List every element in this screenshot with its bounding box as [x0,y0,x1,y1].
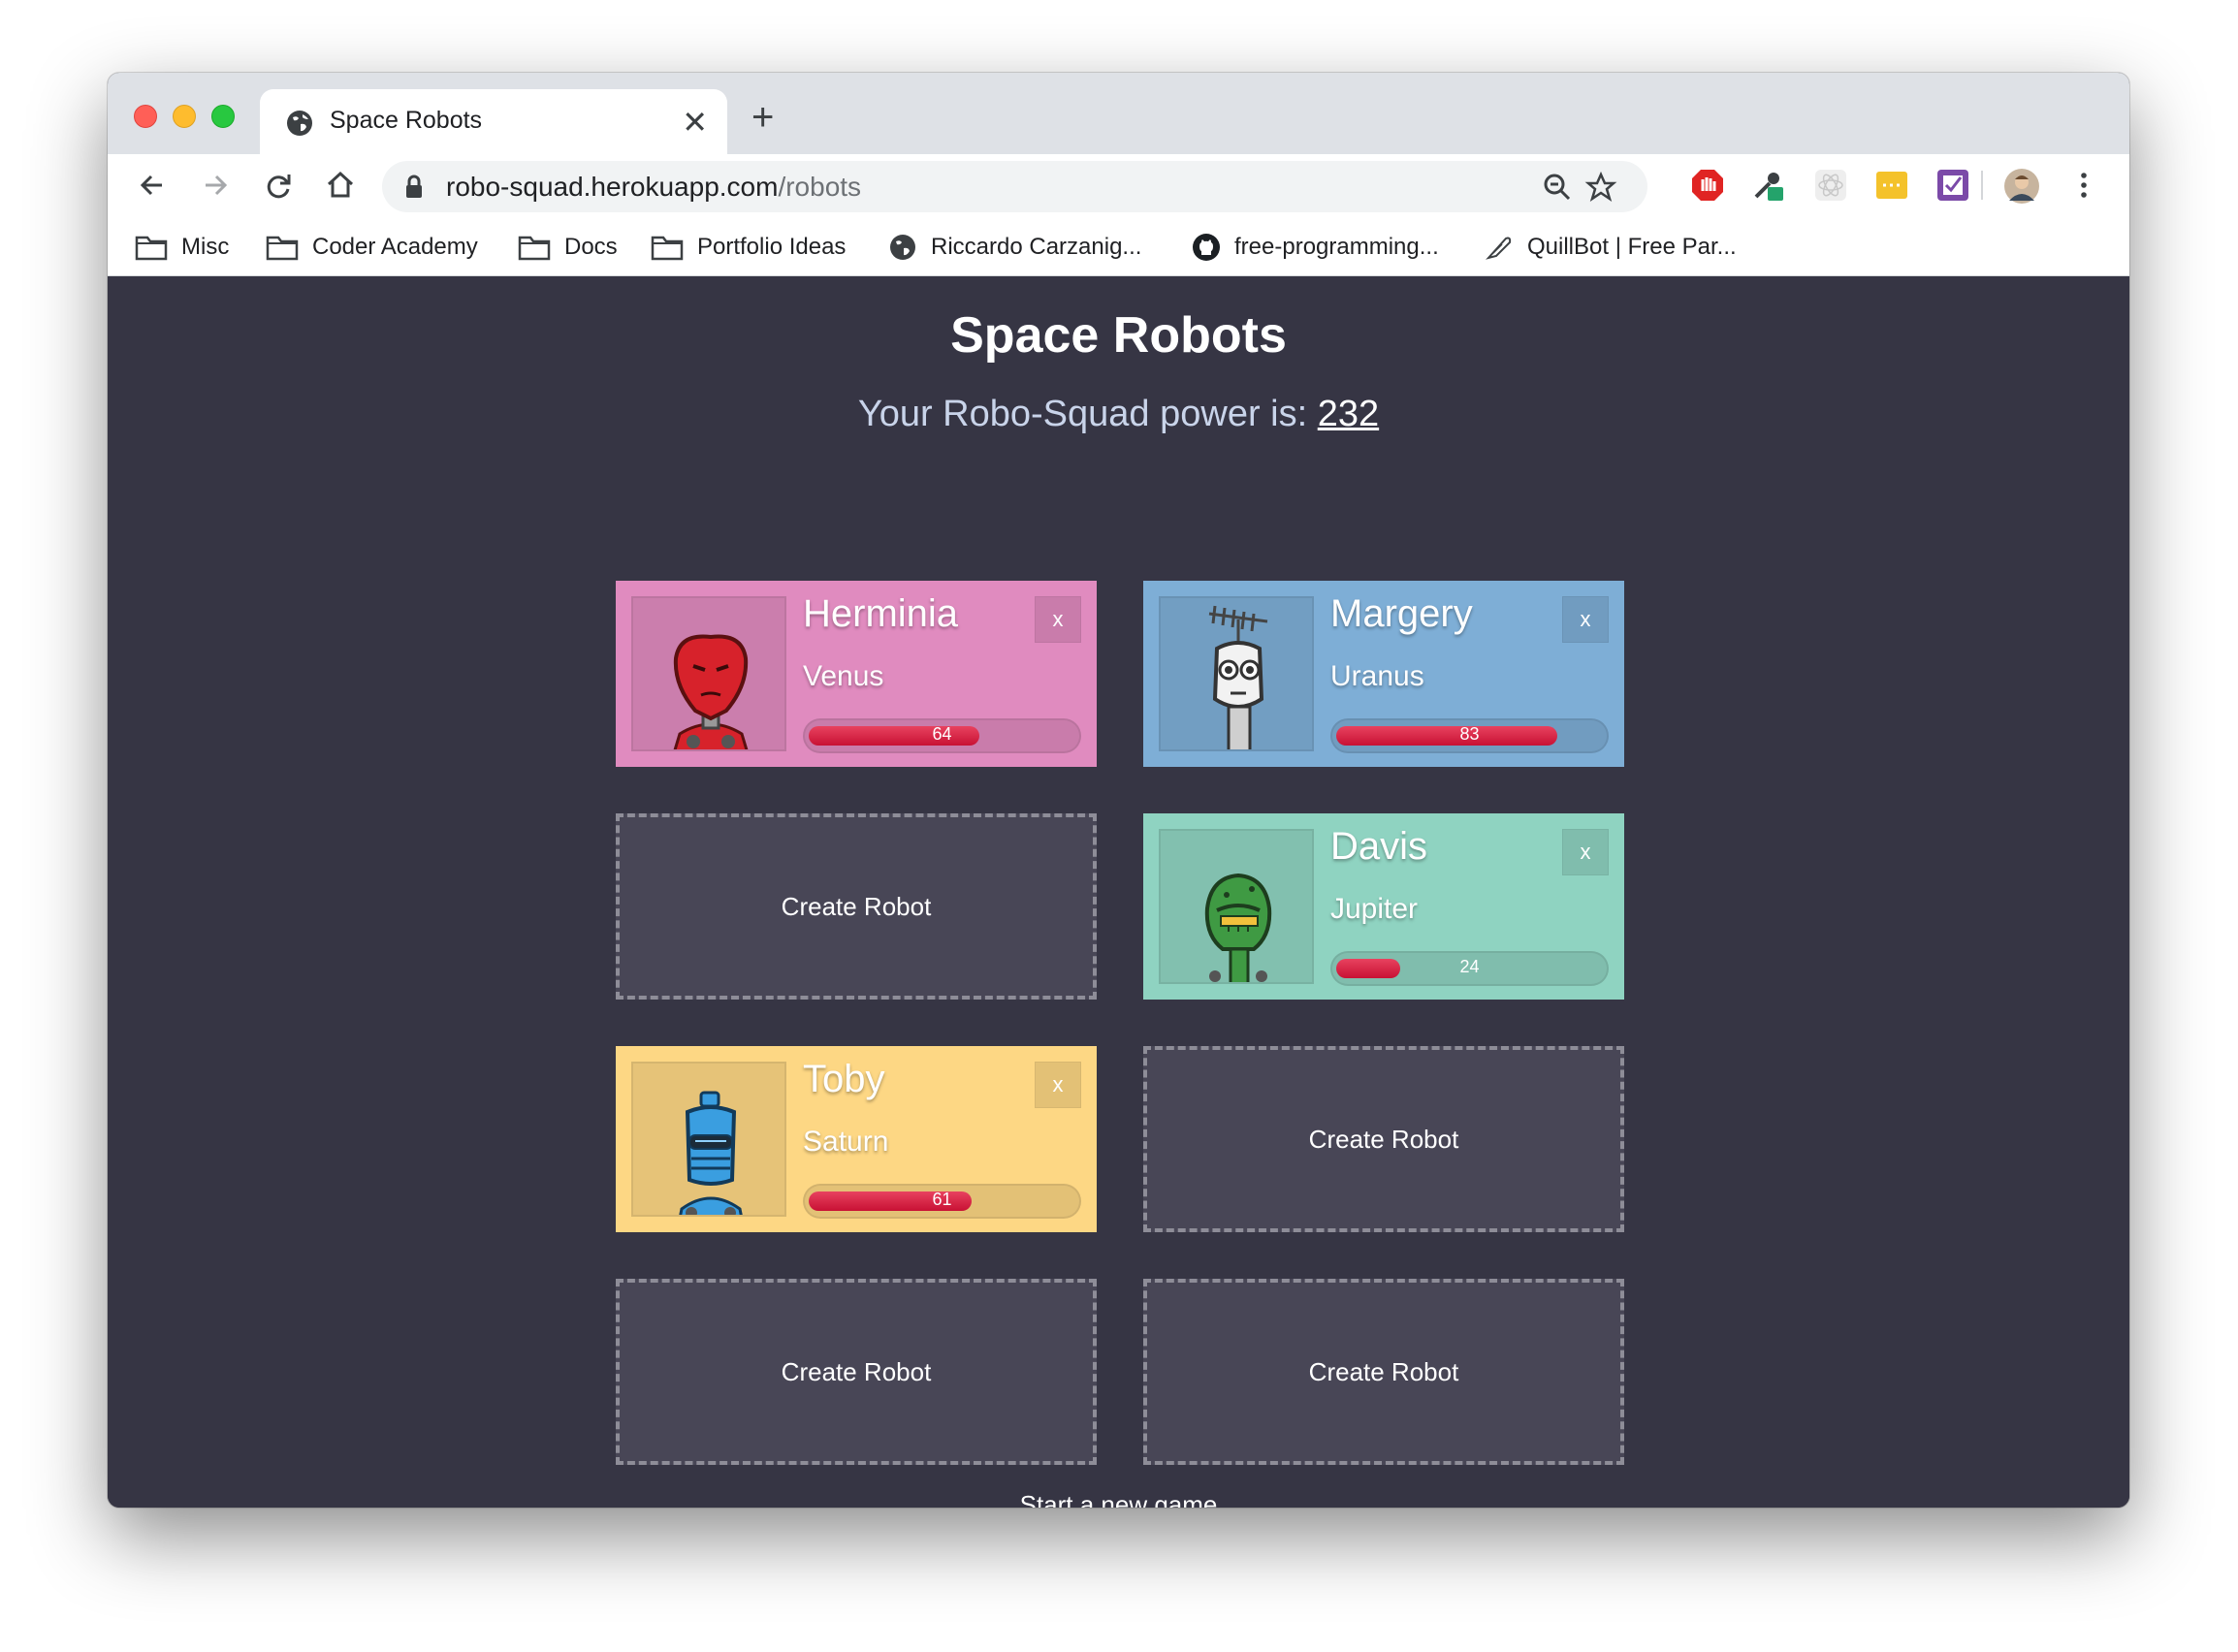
bookmark-docs[interactable]: Docs [518,230,618,265]
robot-planet: Uranus [1330,660,1424,692]
zoom-icon[interactable] [1541,171,1574,204]
bookmark-label: Docs [564,234,618,260]
bookmark-label: QuillBot | Free Par... [1527,234,1737,260]
power-bar: 83 [1330,718,1609,753]
delete-robot-button[interactable]: x [1035,1062,1081,1108]
create-robot-button[interactable]: Create Robot [1143,1279,1624,1465]
create-robot-button[interactable]: Create Robot [616,1279,1097,1465]
tab-space-robots[interactable]: Space Robots ✕ [260,89,727,154]
folder-icon [651,236,684,261]
bookmark-label: Riccardo Carzanig... [931,234,1142,260]
bookmark-portfolio-ideas[interactable]: Portfolio Ideas [651,230,846,265]
power-bar-value: 61 [932,1190,952,1209]
lock-icon [406,175,422,198]
tab-close-icon[interactable]: ✕ [682,103,708,142]
maximize-window-button[interactable] [211,105,235,128]
power-bar-value: 24 [1459,957,1480,976]
robot-card: Herminia Venus x 64 [616,581,1097,767]
robot-avatar-icon [679,1091,743,1215]
robot-card: Margery Uranus x 83 [1143,581,1624,767]
github-icon [1193,234,1220,261]
robot-portrait [631,1062,786,1217]
power-bar: 24 [1330,951,1609,986]
power-bar: 61 [803,1184,1081,1219]
robot-card: Davis Jupiter x 24 [1143,813,1624,1000]
globe-icon [287,111,312,136]
tab-title: Space Robots [330,107,483,134]
robot-card: Toby Saturn x 61 [616,1046,1097,1232]
power-bar-value: 83 [1459,724,1480,744]
home-icon[interactable] [321,166,360,205]
create-robot-button[interactable]: Create Robot [616,813,1097,1000]
create-robot-button[interactable]: Create Robot [1143,1046,1624,1232]
back-icon[interactable] [133,166,172,205]
delete-robot-button[interactable]: x [1562,596,1609,643]
new-tab-button[interactable]: + [751,98,774,137]
robot-name: Herminia [803,592,959,635]
power-bar-value: 64 [932,724,952,744]
forward-icon[interactable] [196,166,235,205]
browser-window: Space Robots ✕ + robo-squad.herokuapp.co… [108,73,2129,1508]
start-new-game-link[interactable]: Start a new game [108,1490,2129,1508]
robot-avatar-icon [1208,605,1268,749]
robot-name: Davis [1330,825,1428,868]
bookmark-label: Portfolio Ideas [697,234,847,260]
bookmark-quillbot[interactable]: QuillBot | Free Par... [1485,230,1737,265]
bookmark-misc[interactable]: Misc [135,230,229,265]
robot-portrait [1159,596,1314,751]
reload-icon[interactable] [259,166,298,205]
todo-extension-icon[interactable] [1935,168,1970,203]
bookmark-label: Coder Academy [312,234,478,260]
bookmarks-bar: Misc Coder Academy Docs Portfolio Ideas … [108,218,2129,276]
robot-portrait [631,596,786,751]
bookmark-label: Misc [181,234,230,260]
folder-icon [266,236,299,261]
url-text: robo-squad.herokuapp.com/robots [446,172,862,202]
robot-portrait [1159,829,1314,984]
minimize-window-button[interactable] [173,105,196,128]
bookmark-coder-academy[interactable]: Coder Academy [266,230,478,265]
bookmark-free-programming[interactable]: free-programming... [1192,230,1439,265]
bookmark-star-icon[interactable] [1584,171,1617,204]
robot-avatar-icon [673,634,749,749]
toolbar-divider [1981,171,1983,200]
menu-dots-icon[interactable] [2066,168,2101,203]
robot-planet: Saturn [803,1126,889,1158]
address-bar[interactable]: robo-squad.herokuapp.com/robots [382,161,1647,212]
folder-icon [135,236,168,261]
close-window-button[interactable] [134,105,157,128]
squad-power: Your Robo-Squad power is: 232 [108,394,2129,435]
profile-avatar[interactable] [2003,168,2040,205]
bookmark-label: free-programming... [1234,234,1439,260]
power-bar: 64 [803,718,1081,753]
react-extension-icon[interactable] [1813,168,1848,203]
feather-icon [1486,237,1512,260]
password-extension-icon[interactable] [1874,168,1909,203]
delete-robot-button[interactable]: x [1035,596,1081,643]
page-content: Space Robots Your Robo-Squad power is: 2… [108,277,2129,1508]
robot-planet: Venus [803,660,884,692]
power-value[interactable]: 232 [1318,394,1379,434]
robot-name: Margery [1330,592,1473,635]
tab-strip: Space Robots ✕ + [108,73,2129,154]
bookmark-riccardo[interactable]: Riccardo Carzanig... [888,230,1141,265]
eyedropper-extension-icon[interactable] [1750,168,1785,203]
adblock-extension-icon[interactable] [1690,168,1725,203]
page-title: Space Robots [950,307,1287,364]
robot-planet: Jupiter [1330,893,1419,925]
robot-name: Toby [803,1058,885,1100]
power-label: Your Robo-Squad power is: [857,394,1318,434]
folder-icon [518,236,551,261]
robot-avatar-icon [1204,873,1272,982]
delete-robot-button[interactable]: x [1562,829,1609,875]
globe-icon [890,235,915,260]
